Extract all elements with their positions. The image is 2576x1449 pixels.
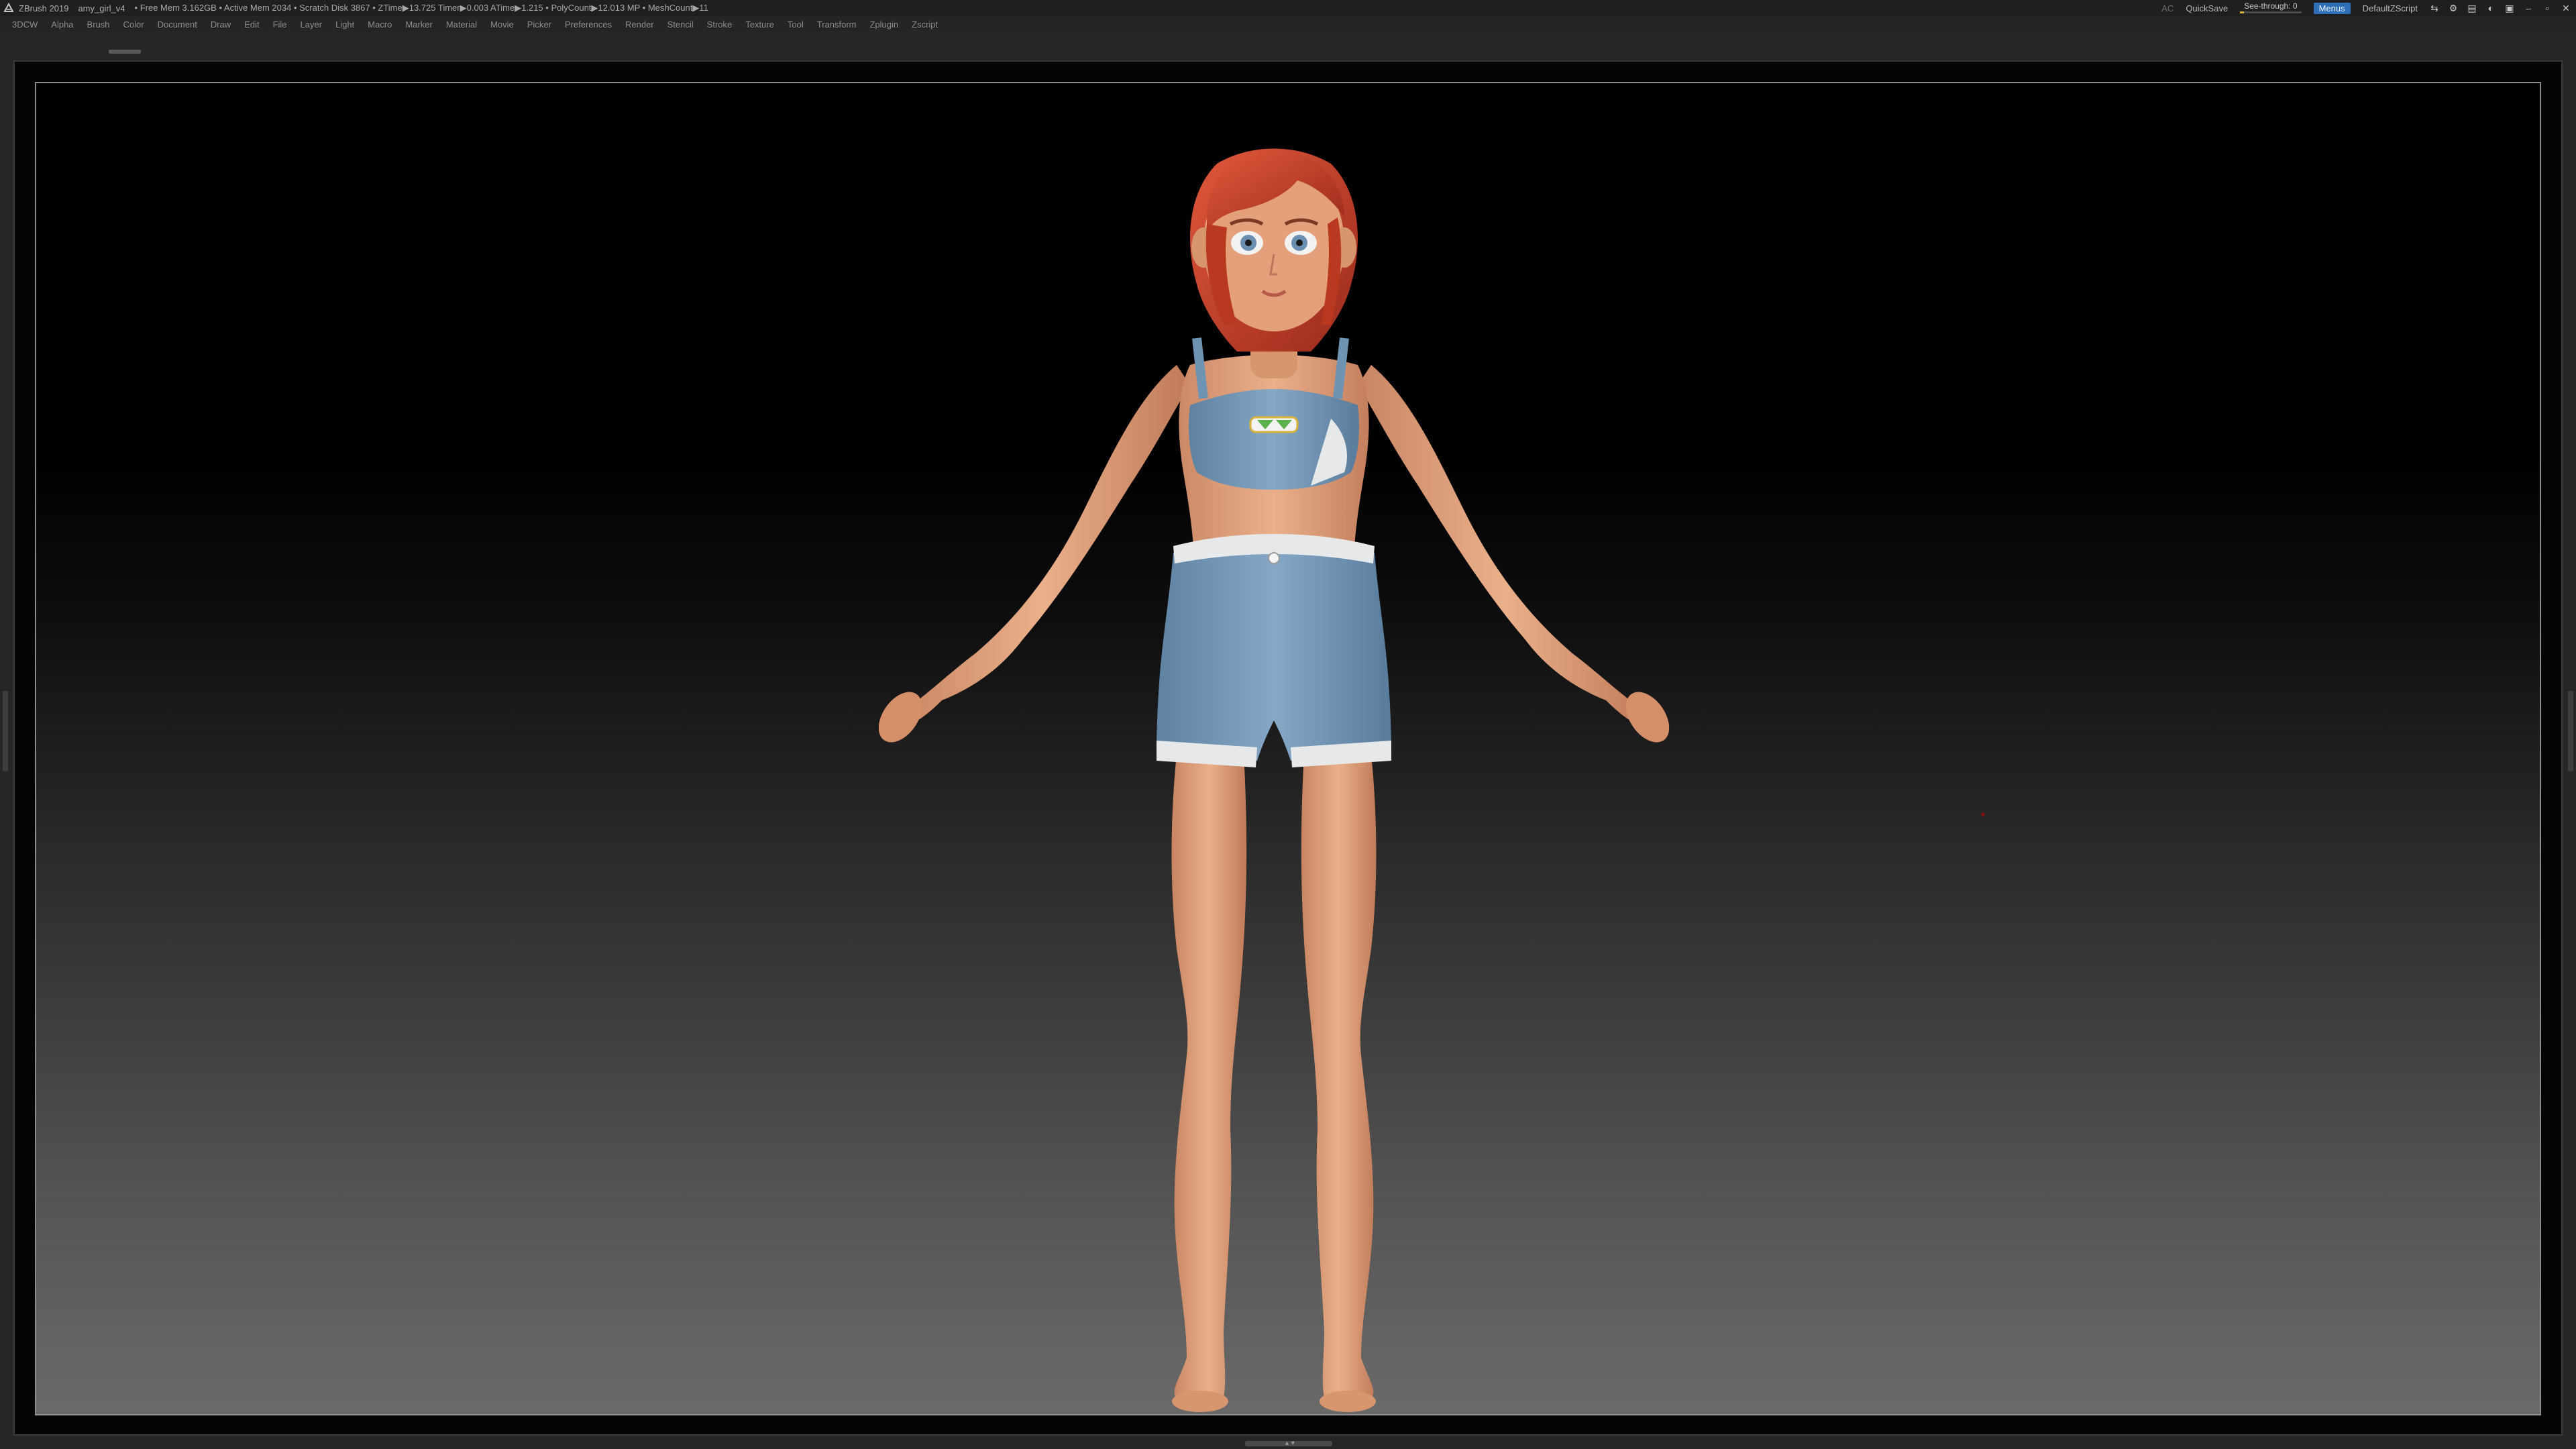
viewport-canvas[interactable] xyxy=(35,82,2541,1415)
color-scheme-icon[interactable]: ◐ xyxy=(2486,3,2496,13)
menu-marker[interactable]: Marker xyxy=(405,19,432,30)
titlebar-controls: AC QuickSave See-through: 0 Menus Defaul… xyxy=(2161,0,2571,16)
zbrush-window: ZBrush 2019 amy_girl_v4 • Free Mem 3.162… xyxy=(0,0,2576,1449)
menu-macro[interactable]: Macro xyxy=(368,19,392,30)
menu-stencil[interactable]: Stencil xyxy=(667,19,694,30)
menus-toggle-button[interactable]: Menus xyxy=(2313,2,2351,14)
see-through-label: See-through xyxy=(2244,1,2289,11)
performance-stats: • Free Mem 3.162GB • Active Mem 2034 • S… xyxy=(134,3,708,13)
left-arm xyxy=(895,365,1190,728)
right-tray-handle[interactable] xyxy=(2568,691,2573,771)
ac-toggle[interactable]: AC xyxy=(2161,3,2174,13)
shorts-button xyxy=(1268,552,1280,564)
menu-picker[interactable]: Picker xyxy=(527,19,551,30)
menu-render[interactable]: Render xyxy=(625,19,654,30)
top-shelf xyxy=(0,32,2576,59)
close-icon[interactable]: ✕ xyxy=(2561,3,2571,13)
menu-color[interactable]: Color xyxy=(123,19,144,30)
menu-document[interactable]: Document xyxy=(158,19,197,30)
maximize-icon[interactable]: ▫ xyxy=(2542,3,2552,13)
menu-material[interactable]: Material xyxy=(446,19,477,30)
menu-movie[interactable]: Movie xyxy=(490,19,514,30)
quicksave-button[interactable]: QuickSave xyxy=(2186,3,2228,13)
menu-tool[interactable]: Tool xyxy=(788,19,804,30)
zbrush-logo-icon[interactable] xyxy=(3,2,15,14)
window-controls: ⇆ ⚙ ▤ ◐ ▣ – ▫ ✕ xyxy=(2430,3,2571,13)
menu-draw[interactable]: Draw xyxy=(211,19,231,30)
ui-options-icon[interactable]: ▤ xyxy=(2467,3,2477,13)
menu-stroke[interactable]: Stroke xyxy=(707,19,733,30)
bottom-tray-handle[interactable]: ▲▼ xyxy=(1245,1440,1332,1446)
left-tray-handle[interactable] xyxy=(3,691,8,771)
see-through-value: 0 xyxy=(2292,1,2298,11)
shorts xyxy=(1157,543,1391,761)
menu-zscript[interactable]: Zscript xyxy=(912,19,938,30)
menu-brush[interactable]: Brush xyxy=(87,19,110,30)
menu-light[interactable]: Light xyxy=(335,19,354,30)
menu-texture[interactable]: Texture xyxy=(745,19,774,30)
title-bar: ZBrush 2019 amy_girl_v4 • Free Mem 3.162… xyxy=(0,0,2576,16)
menu-layer[interactable]: Layer xyxy=(301,19,323,30)
lock-icon[interactable]: ▣ xyxy=(2505,3,2514,13)
file-name: amy_girl_v4 xyxy=(78,3,125,13)
chevron-up-icon: ▲▼ xyxy=(1284,1440,1296,1446)
menu-edit[interactable]: Edit xyxy=(244,19,259,30)
menu-transform[interactable]: Transform xyxy=(817,19,857,30)
main-menu-bar: 3DCW Alpha Brush Color Document Draw Edi… xyxy=(0,16,2576,32)
default-zscript-button[interactable]: DefaultZScript xyxy=(2363,3,2418,13)
menu-alpha[interactable]: Alpha xyxy=(51,19,73,30)
menu-file[interactable]: File xyxy=(273,19,287,30)
left-leg xyxy=(1171,754,1247,1398)
marker-dot xyxy=(1981,812,1985,816)
right-leg xyxy=(1301,754,1377,1398)
menu-3dcw[interactable]: 3DCW xyxy=(12,19,38,30)
sculpt-model[interactable] xyxy=(36,83,2541,1415)
left-foot xyxy=(1172,1391,1228,1412)
right-foot xyxy=(1320,1391,1376,1412)
interface-icon[interactable]: ⚙ xyxy=(2449,3,2458,13)
see-through-fill xyxy=(2240,11,2244,13)
see-through-track xyxy=(2240,11,2302,13)
shelf-tab-handle[interactable] xyxy=(109,50,141,54)
see-through-slider[interactable]: See-through: 0 xyxy=(2240,1,2302,14)
layout-icon[interactable]: ⇆ xyxy=(2430,3,2439,13)
top-logo xyxy=(1249,416,1299,433)
menu-zplugin[interactable]: Zplugin xyxy=(870,19,899,30)
minimize-icon[interactable]: – xyxy=(2524,3,2533,13)
app-name: ZBrush 2019 xyxy=(19,3,69,13)
right-arm xyxy=(1358,365,1653,728)
menu-preferences[interactable]: Preferences xyxy=(565,19,612,30)
